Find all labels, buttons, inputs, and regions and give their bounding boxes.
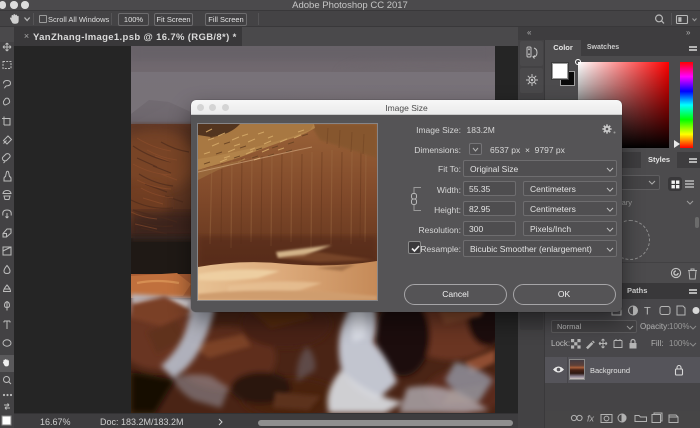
- svg-text:T: T: [644, 306, 651, 318]
- svg-text:fx: fx: [587, 414, 595, 424]
